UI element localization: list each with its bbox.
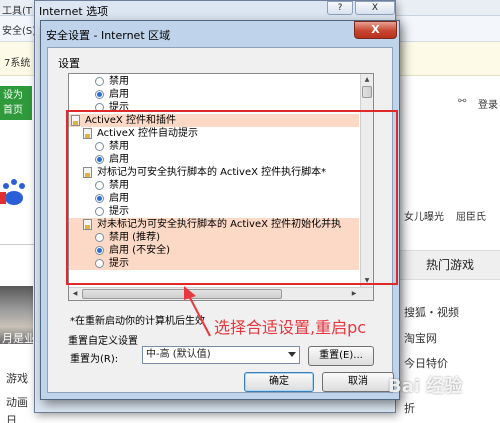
radio-option[interactable]: 禁用: [69, 140, 359, 153]
right-list-item[interactable]: 折: [404, 400, 415, 416]
radio-option[interactable]: 启用: [69, 88, 359, 101]
radio-option[interactable]: 提示: [69, 101, 359, 114]
reset-to-label: 重置为(R):: [70, 354, 119, 365]
left-list-item[interactable]: 月是业: [2, 330, 35, 346]
right-link-1[interactable]: 女儿曝光: [404, 208, 444, 223]
radio-option[interactable]: 启用 (不安全): [69, 244, 359, 257]
right-list-item[interactable]: 今日特价: [404, 355, 448, 371]
outer-close-button[interactable]: X: [355, 1, 395, 15]
ok-button[interactable]: 确定: [244, 372, 314, 392]
toolbar-security[interactable]: 安全(S): [2, 22, 36, 37]
cancel-button[interactable]: 取消: [322, 372, 394, 392]
radio-unchecked-icon[interactable]: [95, 142, 104, 151]
row-label: 对标记为可安全执行脚本的 ActiveX 控件执行脚本*: [97, 167, 327, 178]
annotation-arrow-icon: [184, 286, 211, 337]
baidu-logo-icon: [0, 179, 25, 205]
left-list-item[interactable]: 日: [6, 412, 17, 423]
hot-games-header[interactable]: 热门游戏: [396, 250, 500, 280]
row-label: ActiveX 控件和插件: [85, 115, 176, 126]
radio-checked-icon[interactable]: [95, 155, 104, 164]
settings-tree[interactable]: 禁用 启用 提示 ActiveX 控件和插件 ActiveX 控件自动提示 禁用 启用 对标记…: [68, 73, 374, 301]
chevron-down-icon: [288, 352, 296, 357]
row-label: 启用: [109, 193, 129, 204]
info-bar-text: 7系统: [4, 58, 31, 69]
radio-unchecked-icon[interactable]: [95, 77, 104, 86]
scroll-thumb[interactable]: [362, 86, 372, 98]
settings-label: 设置: [58, 57, 80, 70]
radio-unchecked-icon[interactable]: [95, 233, 104, 242]
set-homepage-link[interactable]: 设为 首页: [0, 86, 32, 120]
vertical-scrollbar[interactable]: ▲ ▼: [360, 74, 373, 287]
user-icon[interactable]: ⚯: [458, 96, 466, 107]
radio-unchecked-icon[interactable]: [95, 181, 104, 190]
horizontal-scrollbar[interactable]: ◀ ▶: [69, 287, 373, 300]
row-label: ActiveX 控件自动提示: [97, 128, 198, 139]
radio-checked-icon[interactable]: [95, 246, 104, 255]
radio-option[interactable]: 禁用 (推荐): [69, 231, 359, 244]
radio-option[interactable]: 启用: [69, 153, 359, 166]
radio-unchecked-icon[interactable]: [95, 259, 104, 268]
internet-options-title: Internet 选项: [39, 5, 109, 18]
menu-tools[interactable]: 工具(T: [2, 2, 32, 17]
dialog-body: 设置 禁用 启用 提示 ActiveX 控件和插件 ActiveX 控件自动提示 禁用 启用…: [47, 47, 394, 393]
security-settings-dialog: 安全设置 - Internet 区域 X 设置 禁用 启用 提示 ActiveX 控件…: [40, 20, 400, 400]
reset-group-label: 重置自定义设置: [68, 336, 138, 347]
radio-option[interactable]: 提示: [69, 205, 359, 218]
reset-level-value: 中-高 (默认值): [146, 349, 211, 360]
row-label: 启用 (不安全): [109, 245, 170, 256]
right-link-2[interactable]: 屈臣氏: [456, 208, 486, 223]
left-list-item[interactable]: 游戏: [6, 370, 28, 386]
radio-option[interactable]: 禁用: [69, 179, 359, 192]
login-link[interactable]: 登录: [478, 96, 498, 111]
row-label: 禁用 (推荐): [109, 232, 160, 243]
radio-option[interactable]: 禁用: [69, 75, 359, 88]
setting-item[interactable]: 对未标记为可安全执行脚本的 ActiveX 控件初始化并执: [69, 218, 359, 231]
radio-unchecked-icon[interactable]: [95, 103, 104, 112]
row-label: 提示: [109, 258, 129, 269]
set-homepage-label: 设为 首页: [3, 90, 23, 116]
setting-doc-icon: [83, 167, 92, 178]
left-list-item[interactable]: 动画: [6, 394, 28, 410]
row-label: 禁用: [109, 180, 129, 191]
radio-option[interactable]: 提示: [69, 257, 359, 270]
dialog-title: 安全设置 - Internet 区域: [46, 29, 171, 42]
setting-doc-icon: [83, 219, 92, 230]
left-divider: [0, 244, 36, 245]
row-label: 禁用: [109, 76, 129, 87]
help-button[interactable]: ?: [327, 1, 353, 15]
reset-button[interactable]: 重置(E)...: [308, 346, 374, 366]
scroll-left-icon[interactable]: ◀: [69, 288, 81, 300]
setting-doc-icon: [71, 115, 80, 126]
radio-checked-icon[interactable]: [95, 90, 104, 99]
annotation-text: 选择合适设置,重启pc: [214, 318, 367, 337]
row-label: 提示: [109, 102, 129, 113]
radio-checked-icon[interactable]: [95, 194, 104, 203]
setting-item[interactable]: ActiveX 控件自动提示: [69, 127, 359, 140]
right-list-item[interactable]: 搜狐・视频: [404, 304, 459, 320]
row-label: 启用: [109, 154, 129, 165]
hot-games-label: 热门游戏: [426, 258, 475, 272]
radio-option[interactable]: 启用: [69, 192, 359, 205]
row-label: 提示: [109, 206, 129, 217]
row-label: 禁用: [109, 141, 129, 152]
row-label: 启用: [109, 89, 129, 100]
watermark: Bai 经验: [388, 376, 463, 397]
scroll-right-icon[interactable]: ▶: [348, 288, 360, 300]
scroll-down-icon[interactable]: ▼: [361, 275, 373, 287]
scroll-up-icon[interactable]: ▲: [361, 74, 373, 86]
setting-item[interactable]: 对标记为可安全执行脚本的 ActiveX 控件执行脚本*: [69, 166, 359, 179]
setting-group[interactable]: ActiveX 控件和插件: [69, 114, 359, 127]
row-label: 对未标记为可安全执行脚本的 ActiveX 控件初始化并执: [97, 219, 342, 230]
radio-unchecked-icon[interactable]: [95, 207, 104, 216]
right-list-item[interactable]: 淘宝网: [404, 330, 437, 346]
close-button[interactable]: X: [354, 21, 397, 39]
reset-level-select[interactable]: 中-高 (默认值): [142, 346, 300, 364]
setting-doc-icon: [83, 128, 92, 139]
